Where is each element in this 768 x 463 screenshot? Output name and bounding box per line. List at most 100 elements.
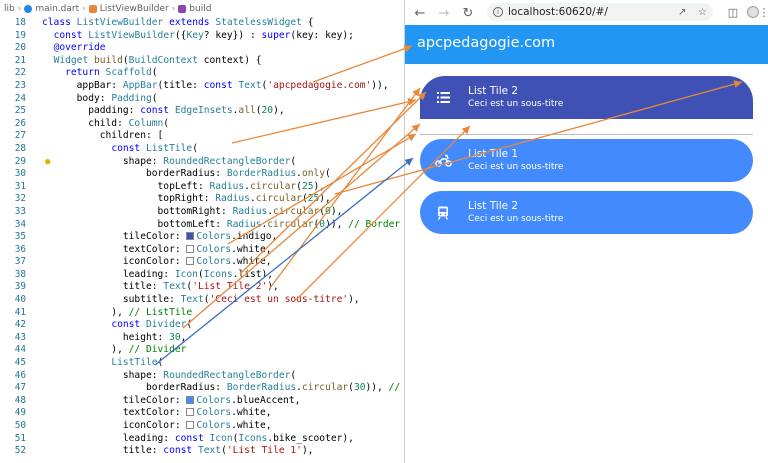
code-text[interactable]: const Divider( bbox=[42, 319, 192, 332]
code-line[interactable]: 45 ListTile( bbox=[0, 357, 404, 370]
code-line[interactable]: 27 children: [ bbox=[0, 130, 404, 143]
code-text[interactable]: subtitle: Text('Ceci est un sous-titre')… bbox=[42, 294, 360, 307]
bookmark-star-icon[interactable]: ☆ bbox=[698, 7, 707, 18]
code-text[interactable]: body: Padding( bbox=[42, 93, 158, 106]
code-text[interactable]: topLeft: Radius.circular(25), bbox=[42, 181, 326, 194]
chevron-right-icon: › bbox=[171, 3, 176, 14]
code-text[interactable]: ), // ListTile bbox=[42, 307, 192, 320]
code-line[interactable]: 28 const ListTile( bbox=[0, 143, 404, 156]
url-text[interactable]: localhost:60620/#/ bbox=[508, 6, 608, 18]
code-line[interactable]: 48 tileColor: Colors.blueAccent, bbox=[0, 395, 404, 408]
code-line[interactable]: 49 textColor: Colors.white, bbox=[0, 407, 404, 420]
list-tile-1[interactable]: List Tile 2 Ceci est un sous-titre bbox=[420, 76, 753, 119]
code-text[interactable]: borderRadius: BorderRadius.only( bbox=[42, 168, 331, 181]
code-line[interactable]: 18 class ListViewBuilder extends Stateles… bbox=[0, 17, 404, 30]
code-line[interactable]: 37 iconColor: Colors.white, bbox=[0, 256, 404, 269]
code-line[interactable]: 46 shape: RoundedRectangleBorder( bbox=[0, 370, 404, 383]
code-line[interactable]: 32 topRight: Radius.circular(25), bbox=[0, 193, 404, 206]
info-icon[interactable]: i bbox=[493, 7, 503, 17]
code-area[interactable]: 18 class ListViewBuilder extends Stateles… bbox=[0, 17, 404, 458]
code-text[interactable]: ), // Divider bbox=[42, 344, 186, 357]
breadcrumb-class[interactable]: ListViewBuilder bbox=[100, 4, 169, 14]
code-text[interactable]: textColor: Colors.white, bbox=[42, 407, 272, 420]
code-text[interactable]: class ListViewBuilder extends StatelessW… bbox=[42, 17, 314, 30]
list-icon bbox=[426, 76, 460, 119]
list-tile-2[interactable]: List Tile 1 Ceci est un sous-titre bbox=[420, 139, 753, 182]
code-text[interactable]: tileColor: Colors.blueAccent, bbox=[42, 395, 301, 408]
code-text[interactable]: const ListTile( bbox=[42, 143, 198, 156]
breadcrumb-method[interactable]: build bbox=[189, 4, 211, 14]
code-line[interactable]: 38 leading: Icon(Icons.list), bbox=[0, 269, 404, 282]
code-line[interactable]: 50 iconColor: Colors.white, bbox=[0, 420, 404, 433]
code-line[interactable]: 21 Widget build(BuildContext context) { bbox=[0, 55, 404, 68]
code-text[interactable]: title: const Text('List Tile 1'), bbox=[42, 445, 314, 458]
code-line[interactable]: 52 title: const Text('List Tile 1'), bbox=[0, 445, 404, 458]
code-line[interactable]: 25 padding: const EdgeInsets.all(20), bbox=[0, 105, 404, 118]
code-text[interactable]: return Scaffold( bbox=[42, 67, 157, 80]
code-line[interactable]: 42 const Divider( bbox=[0, 319, 404, 332]
code-line[interactable]: 43 height: 30, bbox=[0, 332, 404, 345]
tile-title: List Tile 1 bbox=[468, 148, 519, 160]
back-icon[interactable]: ← bbox=[409, 2, 431, 24]
code-line[interactable]: 26 child: Column( bbox=[0, 118, 404, 131]
line-number: 18 bbox=[14, 17, 26, 28]
line-number: 41 bbox=[14, 306, 26, 318]
code-text[interactable]: const ListViewBuilder({Key? key}) : supe… bbox=[42, 30, 354, 43]
code-line[interactable]: 51 leading: const Icon(Icons.bike_scoote… bbox=[0, 433, 404, 446]
code-line[interactable]: 29 shape: RoundedRectangleBorder(● bbox=[0, 156, 404, 169]
lightbulb-icon[interactable]: ● bbox=[45, 157, 54, 167]
line-number: 26 bbox=[14, 117, 26, 129]
tile-subtitle: Ceci est un sous-titre bbox=[468, 162, 564, 172]
sidebar-toggle-icon[interactable]: ◫ bbox=[723, 2, 743, 22]
breadcrumb-lib[interactable]: lib bbox=[4, 4, 15, 14]
code-text[interactable]: leading: Icon(Icons.list), bbox=[42, 269, 273, 282]
code-editor[interactable]: lib › main.dart › ListViewBuilder › buil… bbox=[0, 0, 404, 463]
code-line[interactable]: 31 topLeft: Radius.circular(25), bbox=[0, 181, 404, 194]
code-text[interactable]: shape: RoundedRectangleBorder( bbox=[42, 156, 296, 169]
address-bar[interactable]: i localhost:60620/#/ ↗ ☆ bbox=[487, 3, 713, 21]
code-text[interactable]: bottomLeft: Radius.circular(0)), // Bord… bbox=[42, 219, 401, 232]
code-line[interactable]: 36 textColor: Colors.white, bbox=[0, 244, 404, 257]
code-line[interactable]: 19 const ListViewBuilder({Key? key}) : s… bbox=[0, 30, 404, 43]
reload-icon[interactable]: ↻ bbox=[457, 2, 479, 24]
code-line[interactable]: 44 ), // Divider bbox=[0, 344, 404, 357]
code-text[interactable]: child: Column( bbox=[42, 118, 169, 131]
code-line[interactable]: 39 title: Text('List Tile 2'), bbox=[0, 281, 404, 294]
code-text[interactable]: ListTile( bbox=[42, 357, 163, 370]
line-number: 31 bbox=[14, 180, 26, 192]
code-text[interactable]: children: [ bbox=[42, 130, 164, 143]
list-tile-3[interactable]: List Tile 2 Ceci est un sous-titre bbox=[420, 191, 753, 234]
share-icon[interactable]: ↗ bbox=[678, 7, 686, 18]
chevron-right-icon: › bbox=[82, 3, 86, 14]
forward-icon[interactable]: → bbox=[433, 2, 455, 24]
code-text[interactable]: height: 30, bbox=[42, 332, 187, 345]
code-text[interactable]: title: Text('List Tile 2'), bbox=[42, 281, 279, 294]
code-text[interactable]: topRight: Radius.circular(25), bbox=[42, 193, 331, 206]
code-text[interactable]: iconColor: Colors.white, bbox=[42, 256, 272, 269]
code-line[interactable]: 22 return Scaffold( bbox=[0, 67, 404, 80]
code-line[interactable]: 47 borderRadius: BorderRadius.circular(3… bbox=[0, 382, 404, 395]
code-text[interactable]: Widget build(BuildContext context) { bbox=[42, 55, 262, 68]
code-line[interactable]: 24 body: Padding( bbox=[0, 93, 404, 106]
code-text[interactable]: leading: const Icon(Icons.bike_scooter), bbox=[42, 433, 354, 446]
code-text[interactable]: textColor: Colors.white, bbox=[42, 244, 272, 257]
code-line[interactable]: 23 appBar: AppBar(title: const Text('apc… bbox=[0, 80, 404, 93]
code-line[interactable]: 20 @override bbox=[0, 42, 404, 55]
code-text[interactable]: tileColor: Colors.indigo, bbox=[42, 231, 277, 244]
code-line[interactable]: 33 bottomRight: Radius.circular(0), bbox=[0, 206, 404, 219]
breadcrumb-file[interactable]: main.dart bbox=[35, 4, 79, 14]
code-text[interactable]: @override bbox=[42, 42, 106, 55]
code-text[interactable]: appBar: AppBar(title: const Text('apcped… bbox=[42, 80, 389, 93]
code-line[interactable]: 35 tileColor: Colors.indigo, bbox=[0, 231, 404, 244]
code-text[interactable]: bottomRight: Radius.circular(0), bbox=[42, 206, 343, 219]
code-line[interactable]: 30 borderRadius: BorderRadius.only( bbox=[0, 168, 404, 181]
line-number: 28 bbox=[14, 142, 26, 154]
code-text[interactable]: borderRadius: BorderRadius.circular(30))… bbox=[42, 382, 404, 395]
code-text[interactable]: iconColor: Colors.white, bbox=[42, 420, 272, 433]
more-menu-icon[interactable]: ⋮ bbox=[759, 2, 768, 22]
code-line[interactable]: 40 subtitle: Text('Ceci est un sous-titr… bbox=[0, 294, 404, 307]
code-text[interactable]: shape: RoundedRectangleBorder( bbox=[42, 370, 296, 383]
code-line[interactable]: 34 bottomLeft: Radius.circular(0)), // B… bbox=[0, 219, 404, 232]
code-line[interactable]: 41 ), // ListTile bbox=[0, 307, 404, 320]
code-text[interactable]: padding: const EdgeInsets.all(20), bbox=[42, 105, 284, 118]
